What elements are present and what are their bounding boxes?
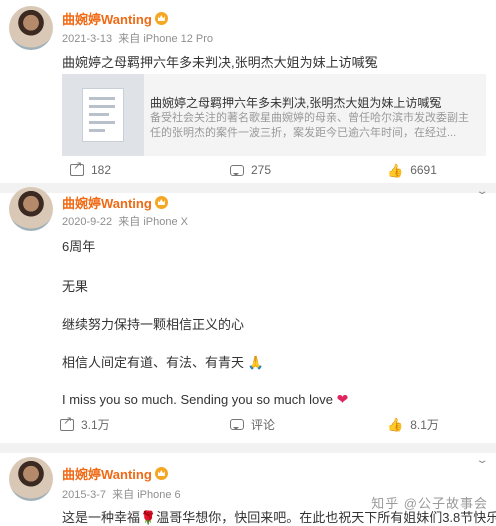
avatar[interactable] [9, 187, 53, 231]
post-line: 继续努力保持一颗相信正义的心 [62, 317, 245, 332]
share-icon [60, 414, 74, 431]
post-line: 6周年 [62, 239, 96, 254]
thumbs-up-icon: 👍 [387, 162, 404, 178]
comment-button[interactable]: 评论 [230, 416, 275, 433]
watermark: 知乎 @公子故事会 [371, 496, 488, 511]
more-chevron-icon[interactable]: ⌄ [475, 186, 488, 197]
avatar[interactable] [9, 457, 53, 501]
more-chevron-icon[interactable]: ⌄ [475, 455, 488, 466]
like-button[interactable]: 👍 8.1万 [387, 416, 439, 433]
action-bar: 182 275 👍6691 [62, 159, 486, 185]
post-meta: 2021-3-13 来自 iPhone 12 Pro [62, 33, 214, 45]
crown-badge-icon [154, 467, 168, 480]
card-description: 备受社会关注的著名歌星曲婉婷的母亲、曾任哈尔滨市发改委副主任的张明杰的案件一波三… [150, 112, 469, 139]
comment-icon [230, 164, 244, 176]
heart-icon: ❤ [336, 391, 349, 407]
praying-hands-icon: 🙏 [247, 355, 264, 370]
author-name[interactable]: 曲婉婷Wanting [62, 464, 168, 483]
divider [0, 443, 496, 453]
crown-badge-icon [154, 196, 168, 209]
post-meta: 2015-3-7 来自 iPhone 6 [62, 489, 181, 501]
rose-icon: 🌹 [140, 510, 157, 525]
like-button[interactable]: 👍 6691 [387, 163, 437, 177]
comment-icon [230, 419, 244, 430]
post-meta: 2020-9-22 来自 iPhone X [62, 216, 188, 228]
post-line: 相信人间定有道、有法、有青天 🙏 [62, 355, 264, 370]
share-icon [70, 159, 84, 176]
crown-badge-icon [154, 12, 168, 25]
thumbs-up-icon: 👍 [387, 417, 404, 432]
post-text: 曲婉婷之母羁押六年多未判决,张明杰大姐为妹上访喊冤 [62, 55, 378, 70]
card-title: 曲婉婷之母羁押六年多未判决,张明杰大姐为妹上访喊冤 [150, 96, 442, 110]
author-name[interactable]: 曲婉婷Wanting [62, 193, 168, 212]
author-name[interactable]: 曲婉婷Wanting [62, 9, 168, 28]
post-line: I miss you so much. Sending you so much … [62, 391, 349, 407]
share-button[interactable]: 182 [70, 159, 111, 177]
divider [0, 183, 496, 193]
share-button[interactable]: 3.1万 [60, 414, 110, 433]
link-card[interactable]: 曲婉婷之母羁押六年多未判决,张明杰大姐为妹上访喊冤 备受社会关注的著名歌星曲婉婷… [62, 74, 486, 156]
avatar[interactable] [9, 6, 53, 50]
post-line: 无果 [62, 279, 89, 294]
action-bar: 3.1万 评论 👍8.1万 [60, 414, 486, 438]
comment-button[interactable]: 275 [230, 163, 271, 177]
article-thumbnail-icon [62, 74, 144, 156]
